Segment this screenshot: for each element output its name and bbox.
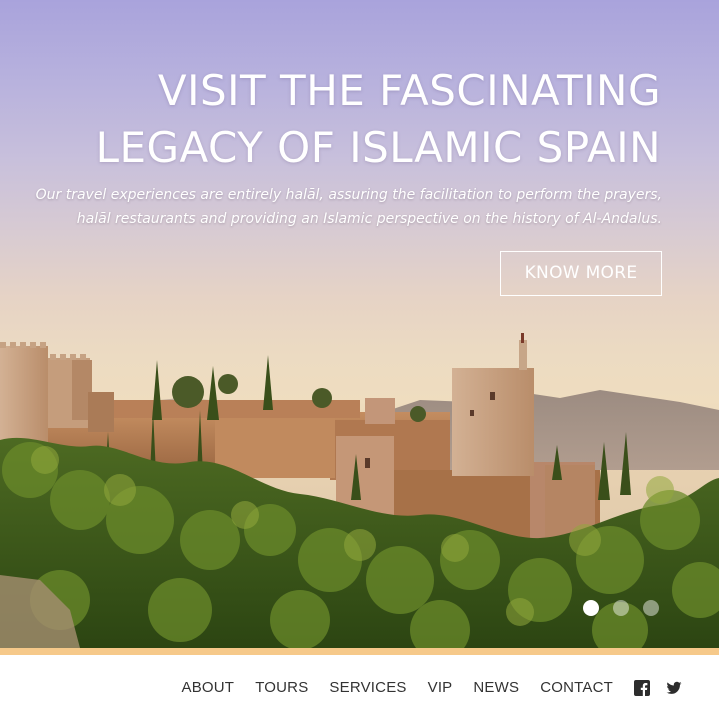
carousel-dot-3[interactable] [643, 600, 659, 616]
nav-item-contact[interactable]: CONTACT [540, 678, 613, 698]
know-more-button[interactable]: KNOW MORE [500, 251, 662, 296]
social-links [634, 680, 682, 696]
nav-item-tours[interactable]: TOURS [255, 678, 308, 698]
hero-subtitle-line-1: Our travel experiences are entirely halā… [35, 187, 662, 203]
carousel-dots [583, 600, 659, 616]
hero-headline-line-1: VISIT THE FASCINATING [157, 66, 661, 115]
twitter-icon[interactable] [666, 680, 682, 696]
main-navigation: ABOUT TOURS SERVICES VIP NEWS CONTACT [0, 655, 719, 719]
carousel-dot-2[interactable] [613, 600, 629, 616]
nav-item-about[interactable]: ABOUT [182, 678, 235, 698]
nav-item-news[interactable]: NEWS [473, 678, 519, 698]
facebook-icon[interactable] [634, 680, 650, 696]
hero-subtitle-line-2: halāl restaurants and providing an Islam… [76, 211, 662, 227]
hero-headline: VISIT THE FASCINATING LEGACY OF ISLAMIC … [96, 62, 661, 176]
carousel-dot-1[interactable] [583, 600, 599, 616]
nav-item-services[interactable]: SERVICES [329, 678, 406, 698]
nav-links: ABOUT TOURS SERVICES VIP NEWS CONTACT [182, 678, 683, 698]
nav-item-vip[interactable]: VIP [428, 678, 453, 698]
hero-headline-line-2: LEGACY OF ISLAMIC SPAIN [95, 123, 661, 172]
hero-banner: VISIT THE FASCINATING LEGACY OF ISLAMIC … [0, 0, 719, 648]
accent-bar [0, 648, 719, 655]
hero-subtitle: Our travel experiences are entirely halā… [36, 183, 662, 231]
